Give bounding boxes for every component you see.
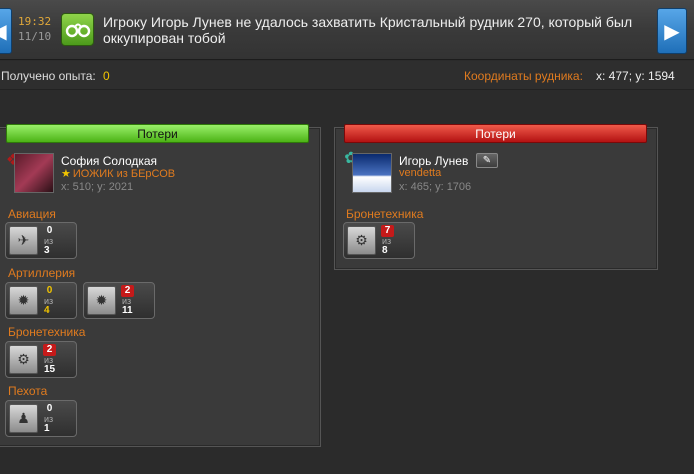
unit-card[interactable]: ⚙ 7 из 8 [343, 222, 415, 259]
experience-value: 0 [103, 69, 110, 83]
category-armored: Бронетехника [346, 207, 424, 221]
chevron-right-icon: ▶ [664, 20, 680, 43]
edit-button[interactable]: ✎ [476, 153, 498, 168]
unit-card[interactable]: ♟ 0 из 1 [5, 400, 77, 437]
mine-coords-value[interactable]: x: 477; y: 1594 [596, 69, 675, 83]
unit-total-count: 8 [382, 245, 388, 256]
category-aviation: Авиация [8, 207, 56, 221]
unit-total-count: 15 [44, 364, 56, 375]
message-date: 11/10 [18, 30, 52, 43]
category-artillery: Артиллерия [8, 266, 76, 280]
defender-avatar[interactable] [14, 153, 54, 193]
chevron-left-icon: ◀ [0, 19, 7, 44]
category-armored: Бронетехника [8, 325, 86, 339]
unit-card[interactable]: ✹ 2 из 11 [83, 282, 155, 319]
message-header: ◀ 19:32 11/10 Игроку Игорь Лунев не удал… [0, 0, 694, 60]
message-time: 19:32 [18, 15, 52, 28]
category-infantry: Пехота [8, 384, 48, 398]
experience-label: Получено опыта: [1, 69, 96, 83]
unit-total-count: 1 [44, 423, 50, 434]
prev-message-button[interactable]: ◀ [0, 8, 12, 54]
artillery-icon: ✹ [87, 286, 116, 315]
handcuffs-icon [61, 13, 94, 46]
aircraft-icon: ✈ [9, 226, 38, 255]
unit-total-count: 11 [122, 305, 133, 316]
soldier-icon: ♟ [9, 404, 38, 433]
unit-card[interactable]: ✹ 0 из 4 [5, 282, 77, 319]
unit-card[interactable]: ✈ 0 из 3 [5, 222, 77, 259]
defender-name[interactable]: София Солодкая [61, 154, 157, 168]
attacker-losses-header: Потери [344, 124, 647, 143]
star-icon: ★ [61, 168, 71, 180]
tank-icon: ⚙ [347, 226, 376, 255]
pencil-icon: ✎ [482, 155, 492, 166]
attacker-alliance[interactable]: vendetta [399, 167, 441, 179]
attacker-name[interactable]: Игорь Лунев [399, 154, 468, 168]
unit-total-count: 3 [44, 245, 50, 256]
message-text: Игроку Игорь Лунев не удалось захватить … [103, 14, 633, 46]
defender-alliance[interactable]: ★ ИОЖИК из БЕрСОВ [61, 167, 175, 180]
attacker-avatar[interactable] [352, 153, 392, 193]
tank-icon: ⚙ [9, 345, 38, 374]
defender-coords[interactable]: x: 510; y: 2021 [61, 181, 133, 193]
next-message-button[interactable]: ▶ [657, 8, 687, 54]
unit-card[interactable]: ⚙ 2 из 15 [5, 341, 77, 378]
defender-alliance-name: ИОЖИК из БЕрСОВ [72, 168, 176, 180]
battle-summary-bar: Получено опыта: 0 Координаты рудника: x:… [0, 61, 694, 90]
defender-losses-header: Потери [6, 124, 309, 143]
mine-coords-label: Координаты рудника: [464, 69, 583, 83]
unit-total-count: 4 [44, 305, 50, 316]
artillery-icon: ✹ [9, 286, 38, 315]
attacker-coords[interactable]: x: 465; y: 1706 [399, 181, 471, 193]
